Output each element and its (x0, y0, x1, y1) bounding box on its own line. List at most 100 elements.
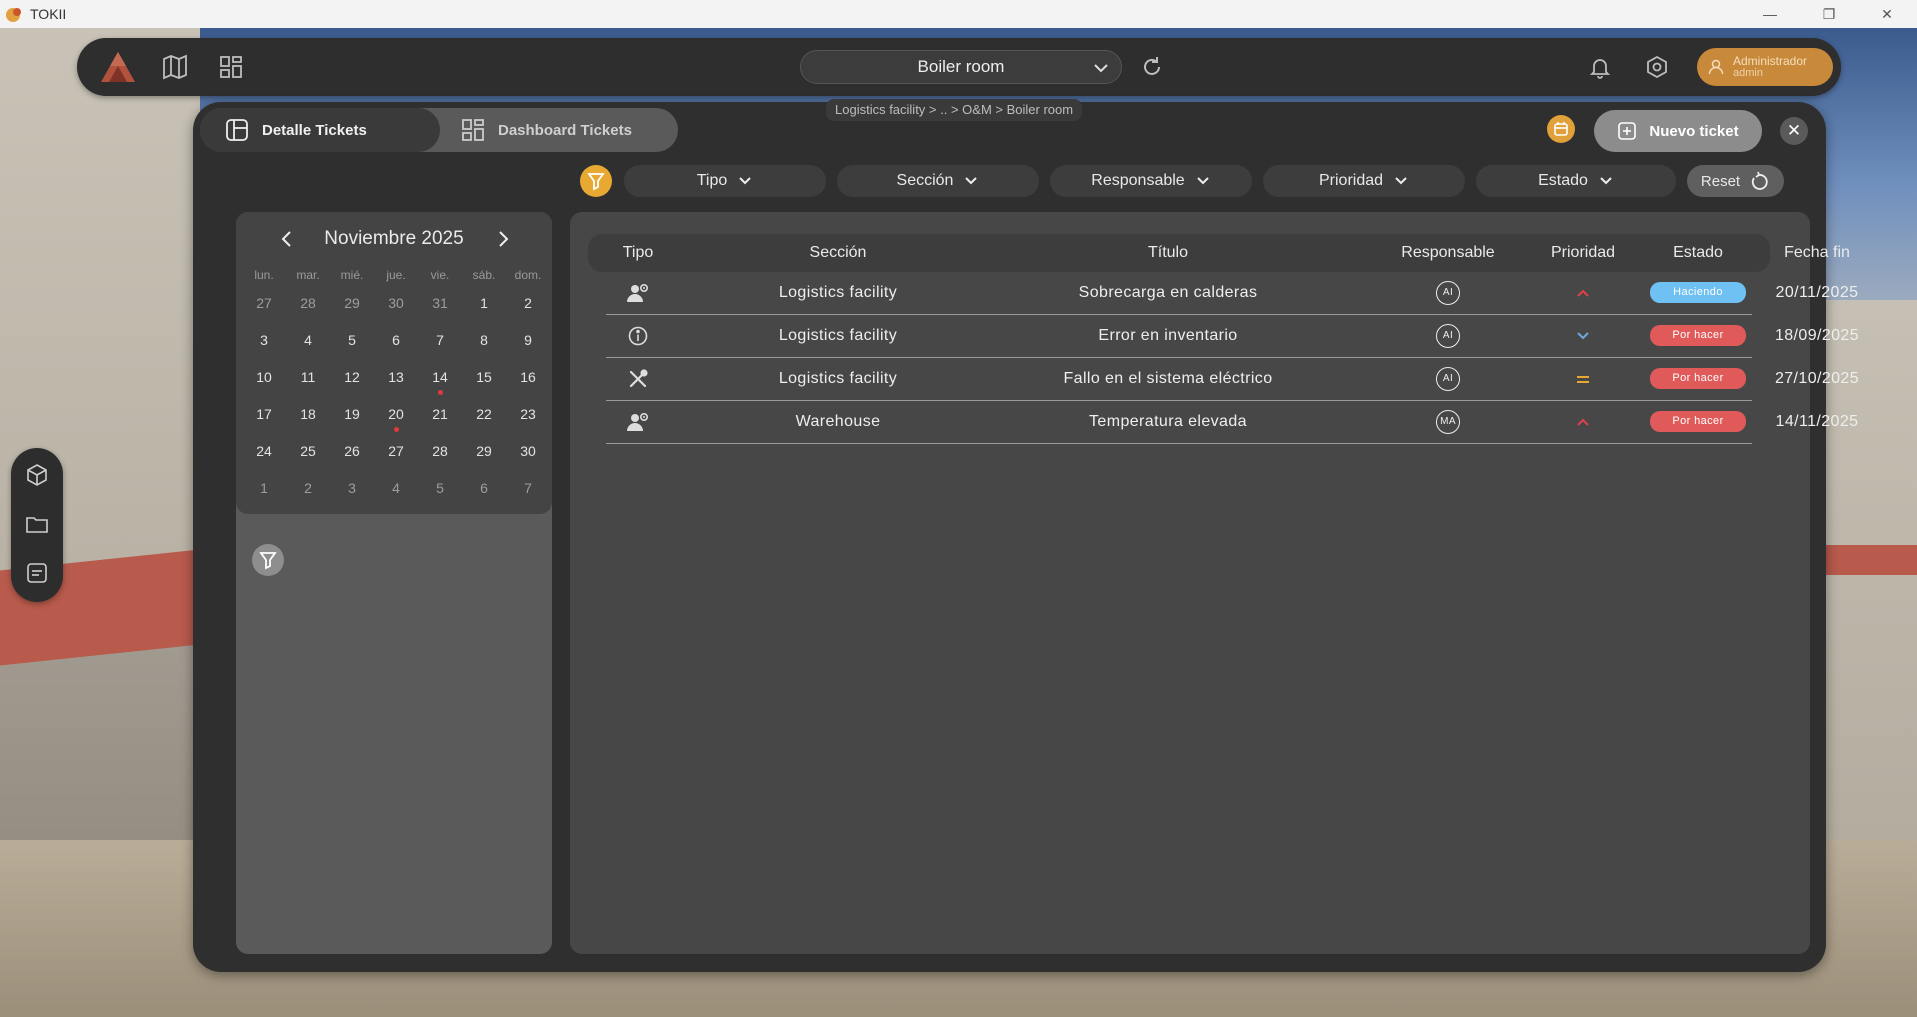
calendar-day[interactable]: 29 (330, 288, 374, 325)
column-header[interactable]: Responsable (1368, 234, 1528, 272)
ticket-type-cell (588, 358, 688, 400)
table-row[interactable]: Logistics facility Fallo en el sistema el… (606, 358, 1859, 401)
filter-prioridad[interactable]: Prioridad (1263, 165, 1465, 197)
filter-responsable[interactable]: Responsable (1050, 165, 1252, 197)
column-header[interactable]: Sección (718, 234, 958, 272)
ticket-type-cell (588, 401, 688, 443)
dashboard-grid-icon[interactable] (217, 53, 245, 81)
ticket-section: Logistics facility (778, 370, 898, 387)
calendar-weekday: jue. (386, 268, 406, 282)
calendar-day[interactable]: 4 (286, 325, 330, 362)
window-close-button[interactable]: ✕ (1864, 0, 1910, 28)
tab-dashboard-tickets[interactable]: Dashboard Tickets (444, 108, 674, 152)
calendar-day[interactable]: 25 (286, 436, 330, 473)
user-menu[interactable]: Administrador admin (1697, 48, 1833, 86)
calendar-day[interactable]: 1 (242, 473, 286, 510)
calendar-day[interactable]: 6 (374, 325, 418, 362)
chevron-right-icon[interactable] (492, 228, 514, 250)
settings-hex-icon[interactable] (1644, 54, 1670, 80)
calendar-day[interactable]: 27 (242, 288, 286, 325)
column-header[interactable]: Estado (1638, 234, 1758, 272)
calendar-day[interactable]: 5 (418, 473, 462, 510)
calendar-day[interactable]: 23 (506, 399, 550, 436)
calendar-week-row: 3456789 (236, 325, 552, 362)
column-header[interactable]: Prioridad (1538, 234, 1628, 272)
table-row[interactable]: Logistics facility Error en inventario AI P… (606, 315, 1859, 358)
calendar-day[interactable]: 22 (462, 399, 506, 436)
sidebar-filter-button[interactable] (252, 544, 284, 576)
ticket-status-cell: Por hacer (1638, 401, 1758, 443)
calendar-day[interactable]: 28 (286, 288, 330, 325)
event-dot (438, 390, 443, 395)
column-header[interactable]: Título (968, 234, 1368, 272)
calendar-day[interactable]: 12 (330, 362, 374, 399)
calendar-day[interactable]: 7 (506, 473, 550, 510)
folder-icon[interactable] (24, 511, 50, 537)
calendar-day[interactable]: 2 (506, 288, 550, 325)
reset-filters-button[interactable]: Reset (1687, 165, 1784, 197)
calendar-day[interactable]: 28 (418, 436, 462, 473)
filter-seccion[interactable]: Sección (837, 165, 1039, 197)
calendar-day[interactable]: 5 (330, 325, 374, 362)
calendar-day[interactable]: 9 (506, 325, 550, 362)
calendar-day[interactable]: 21 (418, 399, 462, 436)
reset-icon (1751, 171, 1768, 190)
chevron-down-icon (1196, 177, 1209, 185)
brand-logo-icon[interactable] (97, 48, 139, 86)
minimize-button[interactable]: — (1747, 0, 1793, 28)
calendar-day[interactable]: 13 (374, 362, 418, 399)
calendar-week-row: 27 28 29 30 31 1 2 (236, 288, 552, 325)
calendar-day[interactable]: 30 (506, 436, 550, 473)
calendar-day[interactable]: 10 (242, 362, 286, 399)
cube-icon[interactable] (24, 462, 50, 488)
calendar-day[interactable]: 6 (462, 473, 506, 510)
ticket-type-cell (588, 272, 688, 314)
tab-detalle-tickets[interactable]: Detalle Tickets (200, 108, 440, 152)
calendar-day[interactable]: 7 (418, 325, 462, 362)
column-header[interactable]: Fecha fin (1758, 234, 1876, 272)
calendar-day[interactable]: 26 (330, 436, 374, 473)
calendar-weekday: vie. (430, 268, 450, 282)
calendar-day[interactable]: 3 (330, 473, 374, 510)
calendar-day[interactable]: 8 (462, 325, 506, 362)
ticket-title: Temperatura elevada (1089, 413, 1247, 430)
calendar-day[interactable]: 4 (374, 473, 418, 510)
calendar-day[interactable]: 17 (242, 399, 286, 436)
calendar-day[interactable]: 3 (242, 325, 286, 362)
filter-icon (259, 552, 277, 570)
calendar-button[interactable] (1547, 115, 1575, 143)
table-row[interactable]: Logistics facility Sobrecarga en calderas… (606, 272, 1858, 315)
calendar-weekday: mar. (296, 268, 320, 282)
calendar-day[interactable]: 20 (374, 399, 418, 436)
filter-estado[interactable]: Estado (1476, 165, 1676, 197)
calendar-day[interactable]: 29 (462, 436, 506, 473)
filter-tipo[interactable]: Tipo (624, 165, 826, 197)
calendar-day[interactable]: 27 (374, 436, 418, 473)
close-panel-button[interactable]: ✕ (1780, 117, 1808, 145)
calendar-day[interactable]: 19 (330, 399, 374, 436)
calendar-day[interactable]: 14 (418, 362, 462, 399)
chevron-down-icon (1600, 177, 1612, 185)
calendar-day[interactable]: 16 (506, 362, 550, 399)
refresh-icon[interactable] (1139, 54, 1165, 80)
calendar-day[interactable]: 31 (418, 288, 462, 325)
table-row[interactable]: Warehouse Temperatura elevada MA Por hacer 1… (606, 401, 1858, 444)
bell-icon[interactable] (1587, 54, 1613, 80)
calendar-day[interactable]: 24 (242, 436, 286, 473)
document-icon[interactable] (24, 560, 50, 586)
new-ticket-button[interactable]: Nuevo ticket (1594, 110, 1762, 152)
calendar-day[interactable]: 11 (286, 362, 330, 399)
room-selector[interactable]: Boiler room (800, 50, 1122, 84)
filter-label: Prioridad (1318, 172, 1384, 189)
ticket-title: Sobrecarga en calderas (1078, 284, 1258, 301)
column-header[interactable]: Tipo (588, 234, 688, 272)
maximize-button[interactable]: ❐ (1806, 0, 1852, 28)
filter-toggle-button[interactable] (580, 165, 612, 197)
calendar-day[interactable]: 30 (374, 288, 418, 325)
calendar-day[interactable]: 2 (286, 473, 330, 510)
map-icon[interactable] (161, 53, 189, 81)
calendar-day[interactable]: 1 (462, 288, 506, 325)
filter-icon (587, 173, 605, 191)
calendar-day[interactable]: 18 (286, 399, 330, 436)
calendar-day[interactable]: 15 (462, 362, 506, 399)
